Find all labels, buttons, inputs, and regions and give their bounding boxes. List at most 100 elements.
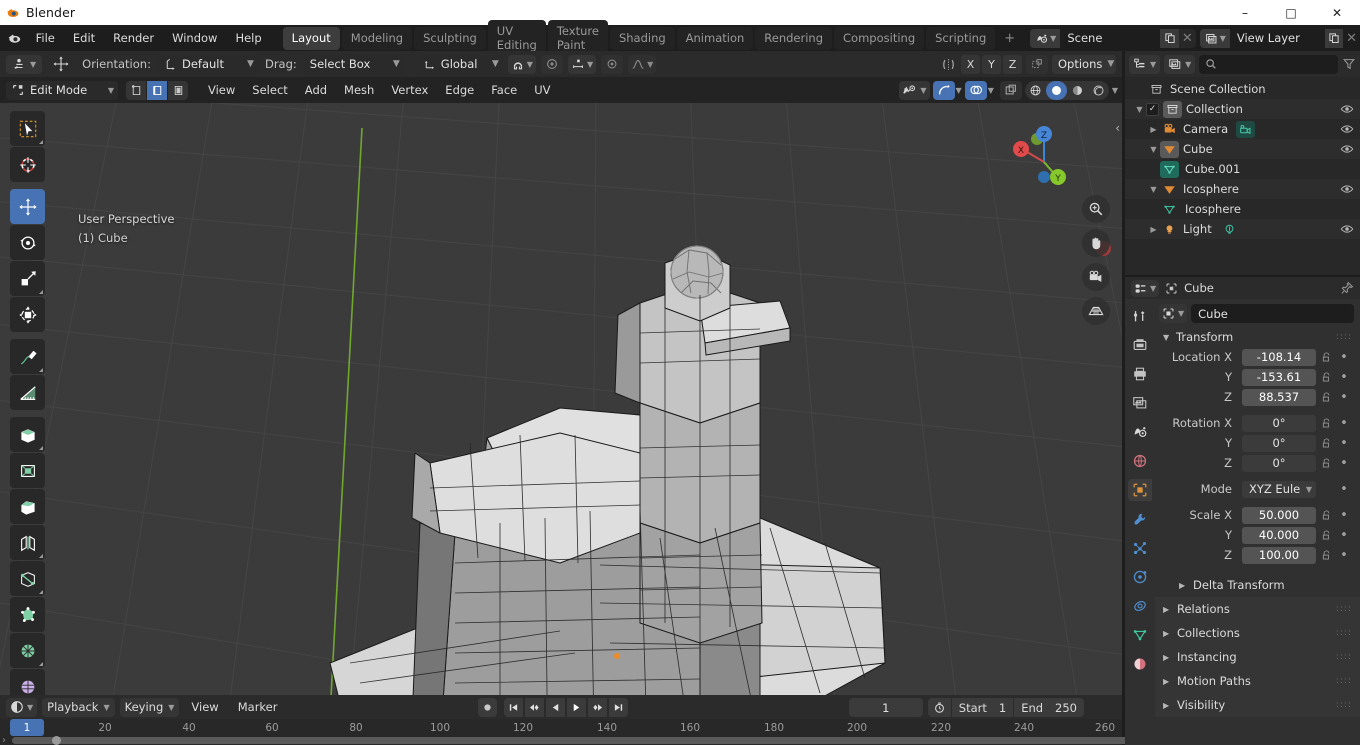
measure-tool-button[interactable] [10,375,45,410]
eye-icon[interactable] [1340,142,1354,156]
cursor-tool-button[interactable] [10,147,45,182]
viewport-menu-vertex[interactable]: Vertex [383,80,436,100]
move-tool-button[interactable] [10,189,45,224]
minimize-button[interactable]: – [1222,0,1268,25]
eye-icon[interactable] [1340,102,1354,116]
panel-drag-grip[interactable]: :::: [1336,628,1352,637]
object-id-icon[interactable]: ▼ [1159,304,1188,323]
tab-rendering[interactable]: Rendering [755,26,833,50]
instancing-panel[interactable]: ▶ Instancing :::: [1155,645,1360,669]
pin-icon[interactable] [1340,281,1354,295]
outliner-row-icosphere[interactable]: ▼ Icosphere [1125,179,1360,199]
smooth-tool-button[interactable] [10,669,45,695]
end-frame-field[interactable]: End 250 [1013,698,1084,717]
solid-shading-icon[interactable] [1045,80,1067,100]
menu-file[interactable]: File [27,28,64,48]
face-select-icon[interactable] [168,80,188,100]
rotate-tool-button[interactable] [10,225,45,260]
tool-tab[interactable] [1128,305,1152,327]
view-layer-tab[interactable] [1128,392,1152,414]
disclosure-triangle-icon[interactable]: ▼ [1133,105,1146,114]
menu-help[interactable]: Help [226,28,270,48]
hand-icon[interactable] [1082,229,1110,257]
mode-selector[interactable]: Edit Mode ▼ [6,80,118,100]
lock-icon[interactable] [1319,351,1334,363]
rotation-mode-dropdown[interactable]: XYZ Eule ▼ [1242,480,1316,498]
maximize-button[interactable]: □ [1268,0,1314,25]
outliner-editor-type-icon[interactable]: ▼ [1129,54,1161,74]
camera-icon[interactable] [1082,263,1110,291]
lock-icon[interactable] [1319,529,1334,541]
bevel-tool-button[interactable] [10,489,45,524]
timeline-horizontal-scrollbar[interactable] [12,736,1252,745]
blender-menu-icon[interactable] [4,30,27,46]
auto-key-icon[interactable] [928,698,951,717]
animate-property-dot[interactable]: • [1337,528,1351,543]
display-mode-icon[interactable]: ▼ [1164,54,1196,74]
show-gizmo-icon[interactable] [932,80,955,100]
chevron-down-icon[interactable]: ▼ [1112,86,1118,95]
jump-next-keyframe-button[interactable] [588,698,607,717]
location-y-field[interactable]: -153.61 [1242,368,1316,386]
relations-panel[interactable]: ▶ Relations :::: [1155,597,1360,621]
collections-panel[interactable]: ▶ Collections :::: [1155,621,1360,645]
scale-tool-button[interactable] [10,261,45,296]
disclosure-triangle-icon[interactable]: ▼ [1147,145,1160,154]
loop-cut-tool-button[interactable] [10,525,45,560]
timeline-expand-icon[interactable]: › [2,735,6,745]
rotation-z-field[interactable]: 0° [1242,454,1316,472]
outliner-row-icosphere-data[interactable]: Icosphere [1125,199,1360,219]
transform-tool-button[interactable] [10,297,45,332]
output-tab[interactable] [1128,363,1152,385]
panel-drag-grip[interactable]: :::: [1336,604,1352,613]
rotation-y-field[interactable]: 0° [1242,434,1316,452]
menu-edit[interactable]: Edit [64,28,104,48]
timeline-menu-view[interactable]: View [184,697,225,717]
outliner-row-cube-001[interactable]: Cube.001 [1125,159,1360,179]
viewport-menu-face[interactable]: Face [483,80,525,100]
annotate-tool-button[interactable] [10,339,45,374]
show-overlays-icon[interactable] [964,80,987,100]
viewport-menu-view[interactable]: View [200,80,243,100]
eye-icon[interactable] [1340,122,1354,136]
menu-window[interactable]: Window [163,28,226,48]
poly-build-tool-button[interactable] [10,597,45,632]
eye-icon[interactable] [1340,222,1354,236]
disclosure-triangle-icon[interactable]: ▶ [1147,125,1160,134]
tab-modeling[interactable]: Modeling [341,26,413,50]
filter-icon[interactable] [1342,57,1356,71]
light-data-icon[interactable] [1220,221,1239,238]
play-button[interactable] [567,698,586,717]
navigation-gizmo[interactable]: Z X Y [1001,115,1077,191]
spin-tool-button[interactable] [10,633,45,668]
transform-orientation-dropdown[interactable]: Global ▼ [416,54,503,74]
lock-icon[interactable] [1319,417,1334,429]
jump-to-end-button[interactable] [609,698,628,717]
drag-dropdown[interactable]: Select Box ▼ [303,54,404,74]
tab-layout[interactable]: Layout [282,26,340,50]
disclosure-triangle-icon[interactable]: ▶ [1147,225,1160,234]
scale-x-field[interactable]: 50.000 [1242,506,1316,524]
object-data-tab[interactable] [1128,624,1152,646]
start-frame-field[interactable]: Start 1 [950,698,1013,717]
scale-y-field[interactable]: 40.000 [1242,526,1316,544]
unlink-view-layer-button[interactable]: ✕ [1343,29,1360,48]
tab-sculpting[interactable]: Sculpting [414,26,486,50]
animate-property-dot[interactable]: • [1337,416,1351,431]
collection-checkbox[interactable]: ✓ [1146,102,1159,116]
transform-panel-header[interactable]: ▼ Transform :::: [1155,327,1360,347]
grid-icon[interactable] [1082,297,1110,325]
viewport-menu-mesh[interactable]: Mesh [336,80,382,100]
proportional-edit-icon[interactable] [540,54,563,74]
snap-magnet-icon[interactable]: ▼ [507,54,536,74]
visibility-selectability-icon[interactable]: ▼ [899,80,930,100]
timeline-menu-marker[interactable]: Marker [231,697,285,717]
menu-render[interactable]: Render [104,28,163,48]
tab-scripting[interactable]: Scripting [926,26,996,50]
location-x-field[interactable]: -108.14 [1242,348,1316,366]
playback-dropdown[interactable]: Playback ▼ [42,697,115,717]
3d-viewport[interactable]: User Perspective (1) Cube Z X Y ‹ [0,103,1122,695]
new-view-layer-button[interactable] [1324,28,1344,48]
mirror-y-toggle[interactable]: Y [982,54,1001,74]
animate-property-dot[interactable]: • [1337,350,1351,365]
